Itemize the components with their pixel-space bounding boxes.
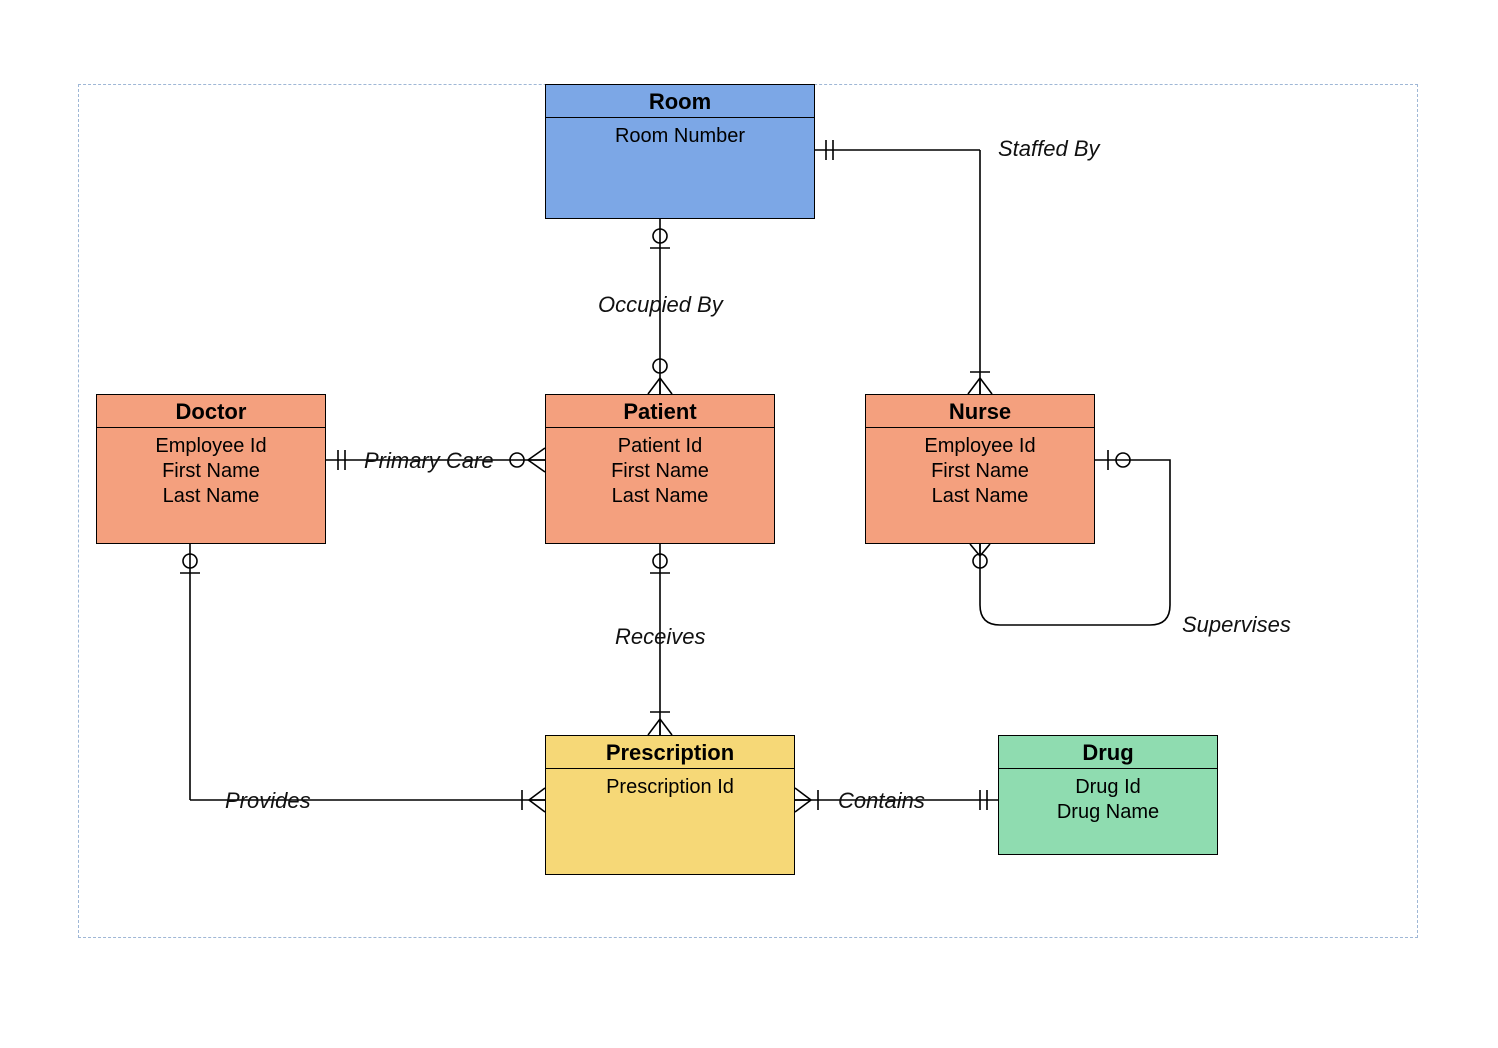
entity-attr: Last Name (554, 484, 766, 509)
er-diagram-canvas: Room Room Number Doctor Employee Id Firs… (0, 0, 1498, 1048)
entity-doctor[interactable]: Doctor Employee Id First Name Last Name (96, 394, 326, 544)
rel-primary-care-label: Primary Care (364, 448, 494, 474)
rel-staffed-by-connector (815, 140, 992, 394)
entity-drug-title: Drug (999, 736, 1217, 769)
entity-prescription-attrs: Prescription Id (546, 769, 794, 808)
entity-patient-attrs: Patient Id First Name Last Name (546, 428, 774, 517)
rel-occupied-by-label: Occupied By (598, 292, 723, 318)
entity-room-title: Room (546, 85, 814, 118)
rel-provides-connector (180, 544, 545, 812)
entity-prescription[interactable]: Prescription Prescription Id (545, 735, 795, 875)
entity-doctor-title: Doctor (97, 395, 325, 428)
entity-drug-attrs: Drug Id Drug Name (999, 769, 1217, 833)
entity-attr: Prescription Id (554, 775, 786, 800)
entity-patient-title: Patient (546, 395, 774, 428)
rel-contains-label: Contains (838, 788, 925, 814)
entity-nurse-title: Nurse (866, 395, 1094, 428)
entity-room-attrs: Room Number (546, 118, 814, 157)
entity-nurse[interactable]: Nurse Employee Id First Name Last Name (865, 394, 1095, 544)
entity-drug[interactable]: Drug Drug Id Drug Name (998, 735, 1218, 855)
entity-room[interactable]: Room Room Number (545, 84, 815, 219)
rel-receives-label: Receives (615, 624, 705, 650)
rel-provides-label: Provides (225, 788, 311, 814)
entity-attr: First Name (554, 459, 766, 484)
entity-attr: First Name (105, 459, 317, 484)
entity-attr: Drug Name (1007, 800, 1209, 825)
entity-attr: First Name (874, 459, 1086, 484)
entity-attr: Employee Id (105, 434, 317, 459)
entity-attr: Room Number (554, 124, 806, 149)
entity-attr: Employee Id (874, 434, 1086, 459)
entity-attr: Drug Id (1007, 775, 1209, 800)
entity-patient[interactable]: Patient Patient Id First Name Last Name (545, 394, 775, 544)
entity-doctor-attrs: Employee Id First Name Last Name (97, 428, 325, 517)
entity-attr: Last Name (874, 484, 1086, 509)
entity-attr: Last Name (105, 484, 317, 509)
rel-staffed-by-label: Staffed By (998, 136, 1100, 162)
entity-attr: Patient Id (554, 434, 766, 459)
entity-prescription-title: Prescription (546, 736, 794, 769)
entity-nurse-attrs: Employee Id First Name Last Name (866, 428, 1094, 517)
rel-supervises-label: Supervises (1182, 612, 1291, 638)
